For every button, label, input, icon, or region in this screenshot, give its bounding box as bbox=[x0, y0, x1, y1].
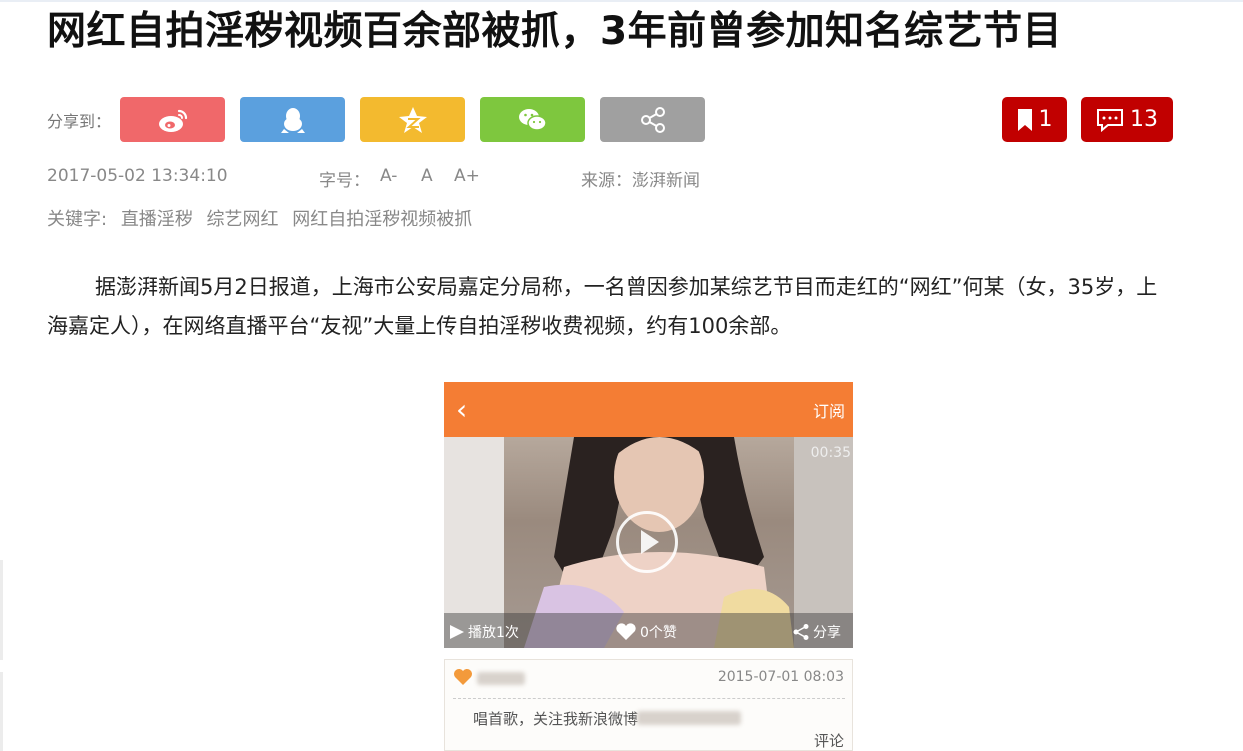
keywords-label: 关键字: bbox=[47, 209, 108, 230]
app-header: ‹ 订阅 bbox=[444, 382, 853, 437]
article-title: 网红自拍淫秽视频百余部被抓，3年前曾参加知名综艺节目 bbox=[47, 9, 1063, 54]
article-body: 据澎湃新闻5月2日报道，上海市公安局嘉定分局称，一名曾因参加某综艺节目而走红的“… bbox=[47, 275, 1158, 338]
bookmark-button[interactable]: 1 bbox=[1002, 97, 1067, 142]
video-frame: 00:35 播放1次 0个赞 分享 bbox=[444, 437, 853, 648]
share-qzone-button[interactable] bbox=[360, 97, 465, 142]
bookmark-count: 1 bbox=[1038, 107, 1053, 132]
share-qq-button[interactable] bbox=[240, 97, 345, 142]
side-widget-edge bbox=[0, 560, 3, 660]
qq-icon bbox=[280, 107, 305, 133]
weibo-icon bbox=[158, 109, 187, 132]
video-duration: 00:35 bbox=[810, 445, 851, 461]
comment-button[interactable]: 13 bbox=[1081, 97, 1173, 142]
share-small-icon bbox=[793, 624, 809, 640]
back-icon: ‹ bbox=[456, 393, 468, 426]
like-count: 0个赞 bbox=[615, 622, 677, 642]
divider bbox=[453, 698, 845, 699]
post-card: 2015-07-01 08:03 唱首歌，关注我新浪微博 评论 bbox=[444, 659, 853, 751]
font-size-normal[interactable]: A bbox=[421, 166, 433, 186]
article-image: ‹ 订阅 00:35 播放1次 0个赞 分享 2015-07-01 08:03 … bbox=[444, 382, 853, 751]
qzone-icon bbox=[398, 106, 427, 133]
play-icon bbox=[641, 530, 659, 554]
font-size-small[interactable]: A- bbox=[380, 166, 397, 186]
keyword-link[interactable]: 网红自拍淫秽视频被抓 bbox=[292, 209, 472, 230]
keywords: 关键字: 直播淫秽 综艺网红 网红自拍淫秽视频被抓 bbox=[47, 205, 480, 231]
bookmark-icon bbox=[1017, 108, 1032, 131]
post-date: 2015-07-01 08:03 bbox=[717, 669, 844, 685]
font-size-large[interactable]: A+ bbox=[454, 166, 480, 186]
share-label: 分享到： bbox=[47, 112, 112, 131]
top-rule bbox=[0, 0, 1243, 2]
play-count-label: 播放1次 bbox=[468, 625, 519, 641]
comment-icon bbox=[1097, 108, 1123, 132]
subscribe-label: 订阅 bbox=[812, 401, 845, 421]
blurred-handle bbox=[637, 711, 741, 725]
share-wechat-button[interactable] bbox=[480, 97, 585, 142]
post-text: 唱首歌，关注我新浪微博 bbox=[473, 710, 639, 728]
video-share: 分享 bbox=[792, 622, 841, 642]
publish-datetime: 2017-05-02 13:34:10 bbox=[47, 166, 228, 186]
play-count: 播放1次 bbox=[449, 622, 519, 642]
share-label-small: 分享 bbox=[813, 625, 841, 641]
share-icon bbox=[640, 106, 665, 133]
play-small-icon bbox=[450, 625, 464, 639]
keyword-link[interactable]: 直播淫秽 bbox=[121, 209, 193, 230]
font-size-label: 字号： bbox=[319, 171, 370, 191]
article-source: 来源：澎湃新闻 bbox=[581, 171, 700, 191]
comment-count: 13 bbox=[1130, 107, 1158, 132]
blurred-username bbox=[477, 672, 525, 685]
comment-label: 评论 bbox=[813, 732, 844, 750]
share-weibo-button[interactable] bbox=[120, 97, 225, 142]
like-count-label: 0个赞 bbox=[640, 625, 677, 641]
heart-icon bbox=[454, 669, 472, 685]
video-stats-bar: 播放1次 0个赞 分享 bbox=[444, 613, 853, 648]
share-more-button[interactable] bbox=[600, 97, 705, 142]
side-widget-edge bbox=[0, 672, 3, 751]
play-button[interactable] bbox=[616, 511, 678, 573]
heart-icon bbox=[616, 623, 636, 640]
wechat-icon bbox=[518, 108, 547, 131]
keyword-link[interactable]: 综艺网红 bbox=[207, 209, 279, 230]
